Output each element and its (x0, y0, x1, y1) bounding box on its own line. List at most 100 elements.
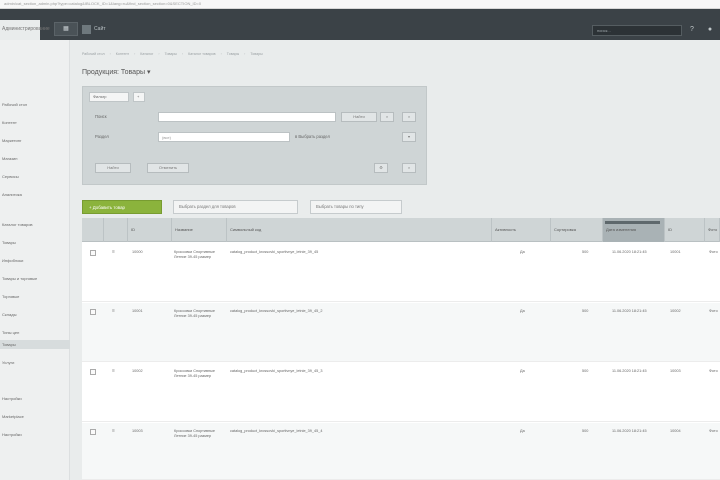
name-input[interactable] (158, 112, 336, 122)
row-id: 10003 (132, 429, 143, 433)
breadcrumb-separator: › (134, 52, 136, 56)
col-photo[interactable]: Фото (705, 218, 720, 242)
sidebar-item[interactable]: Склады (0, 310, 70, 319)
row-menu-icon[interactable]: ≡ (110, 309, 117, 315)
row-checkbox[interactable] (90, 250, 96, 256)
sidebar-item[interactable]: Marketplace (0, 412, 70, 421)
sidebar-item[interactable]: Рабочий стол (0, 100, 70, 109)
clear-button[interactable]: × (380, 112, 394, 122)
row-photo: Фото (709, 429, 718, 433)
filter-tab[interactable]: Фильтр (89, 92, 129, 102)
row-code: catalog_product_krossovki_sportivnye_let… (230, 429, 323, 433)
col-active[interactable]: Активность (492, 218, 551, 242)
sidebar-item[interactable]: Товары (0, 340, 70, 349)
sidebar-item[interactable]: Инфоблоки (0, 256, 70, 265)
col-date[interactable]: Дата изменения (603, 218, 665, 242)
sidebar-item[interactable]: Сервисы (0, 172, 70, 181)
row-menu-icon[interactable]: ≡ (110, 250, 117, 256)
row-name[interactable]: Кроссовки Спортивные Летние 39-45 размер (174, 369, 224, 380)
sidebar-item[interactable]: Настройки (0, 430, 70, 439)
breadcrumb-item[interactable]: Товары (227, 52, 239, 60)
table-row[interactable]: ≡ 10001 Кроссовки Спортивные Летние 39-45 … (82, 303, 720, 362)
row-date: 11.06.2020 18:21:45 (612, 369, 647, 373)
chevron-down-icon[interactable]: ▾ (402, 132, 416, 142)
breadcrumb: Рабочий стол › Контент › Каталог › Товары › Ката… (82, 52, 263, 60)
row-name[interactable]: Кроссовки Спортивные Летние 39-45 размер (174, 429, 224, 440)
top-bar: Администрирование ▦ Сайт поиск... ? ● (0, 9, 720, 40)
row-checkbox[interactable] (90, 429, 96, 435)
col-name[interactable]: Название (172, 218, 227, 242)
cancel-button[interactable]: Отменить (147, 163, 189, 173)
url-text[interactable]: admin/cat_section_admin.php?type=catalog… (4, 1, 424, 7)
row-name[interactable]: Кроссовки Спортивные Летние 39-45 размер (174, 250, 224, 261)
page-title: Продукция: Товары ▾ (82, 69, 151, 76)
col-xml-id[interactable]: ID (665, 218, 705, 242)
select-type-button[interactable]: Выбрать товары по типу (310, 200, 402, 214)
row-code: catalog_product_krossovki_sportivnye_let… (230, 369, 323, 373)
col-select[interactable] (82, 218, 104, 242)
select-section-button[interactable]: Выбрать раздел для товаров (173, 200, 298, 214)
row-xml-id: 10004 (670, 429, 681, 433)
add-product-button[interactable]: + Добавить товар (82, 200, 162, 214)
sidebar-item[interactable]: Каталог товаров (0, 220, 70, 229)
row-checkbox[interactable] (90, 309, 96, 315)
breadcrumb-separator: › (158, 52, 160, 56)
site-icon (82, 24, 91, 34)
table-row[interactable]: ≡ 10002 Кроссовки Спортивные Летние 39-45 … (82, 363, 720, 422)
row-code: catalog_product_krossovki_sportivnye_let… (230, 250, 319, 254)
search-input[interactable]: поиск... (592, 25, 682, 36)
col-sort[interactable]: Сортировка (551, 218, 603, 242)
sidebar-item[interactable]: Товары (0, 238, 70, 247)
browser-url-bar[interactable]: admin/cat_section_admin.php?type=catalog… (0, 0, 720, 9)
sidebar-item[interactable]: Контент (0, 118, 70, 127)
breadcrumb-separator: › (109, 52, 111, 56)
row-menu-icon[interactable]: ≡ (110, 369, 117, 375)
products-table: ID Название Символьный код Активность Со… (82, 218, 720, 480)
row-xml-id: 10001 (670, 250, 681, 254)
row-photo: Фото (709, 250, 718, 254)
row-sort: 500 (582, 369, 589, 373)
row-sort: 500 (582, 309, 589, 313)
close-icon[interactable]: × (402, 112, 416, 122)
row-sort: 500 (582, 429, 589, 433)
breadcrumb-item[interactable]: Товары (165, 52, 177, 60)
admin-tab[interactable]: Администрирование (0, 20, 50, 40)
close-icon-2[interactable]: × (402, 163, 416, 173)
row-photo: Фото (709, 369, 718, 373)
row-date: 11.06.2020 18:21:45 (612, 429, 647, 433)
sidebar-item[interactable]: Настройки (0, 394, 70, 403)
user-icon[interactable]: ● (704, 24, 716, 36)
col-id[interactable]: ID (128, 218, 172, 242)
apps-icon[interactable]: ▦ (54, 22, 78, 36)
find-button[interactable]: Найти (95, 163, 131, 173)
site-link[interactable]: Сайт (82, 22, 130, 36)
help-icon[interactable]: ? (686, 24, 698, 36)
sidebar-item[interactable]: Типы цен (0, 328, 70, 337)
breadcrumb-item[interactable]: Каталог (140, 52, 153, 60)
sidebar-item[interactable]: Магазин (0, 154, 70, 163)
breadcrumb-item[interactable]: Контент (116, 52, 129, 60)
row-active: Да (520, 250, 525, 254)
sidebar-item[interactable]: Услуги (0, 358, 70, 367)
filter-add-tab[interactable]: + (133, 92, 145, 102)
col-code[interactable]: Символьный код (227, 218, 492, 242)
breadcrumb-item[interactable]: Каталог товаров (188, 52, 215, 60)
section-select[interactable]: (все) (158, 132, 290, 142)
row-menu-icon[interactable]: ≡ (110, 429, 117, 435)
row-xml-id: 10003 (670, 369, 681, 373)
settings-icon[interactable]: ⚙ (374, 163, 388, 173)
sidebar-item[interactable]: Торговые (0, 292, 70, 301)
sidebar-item[interactable]: Товары и торговые (0, 274, 70, 283)
row-name[interactable]: Кроссовки Спортивные Летние 39-45 размер (174, 309, 224, 320)
sidebar-item[interactable]: Аналитика (0, 190, 70, 199)
search-label: Поиск (95, 114, 107, 119)
breadcrumb-item[interactable]: Рабочий стол (82, 52, 105, 60)
breadcrumb-item[interactable]: Товары (250, 52, 262, 60)
table-row[interactable]: ≡ 10000 Кроссовки Спортивные Летние 39-45 … (82, 244, 720, 302)
sidebar-item[interactable]: Маркетинг (0, 136, 70, 145)
table-row[interactable]: ≡ 10003 Кроссовки Спортивные Летние 39-45 … (82, 423, 720, 480)
row-id: 10001 (132, 309, 143, 313)
find-small-button[interactable]: Найти (341, 112, 377, 122)
select-section-label[interactable]: в Выбрать раздел (295, 134, 330, 139)
row-checkbox[interactable] (90, 369, 96, 375)
